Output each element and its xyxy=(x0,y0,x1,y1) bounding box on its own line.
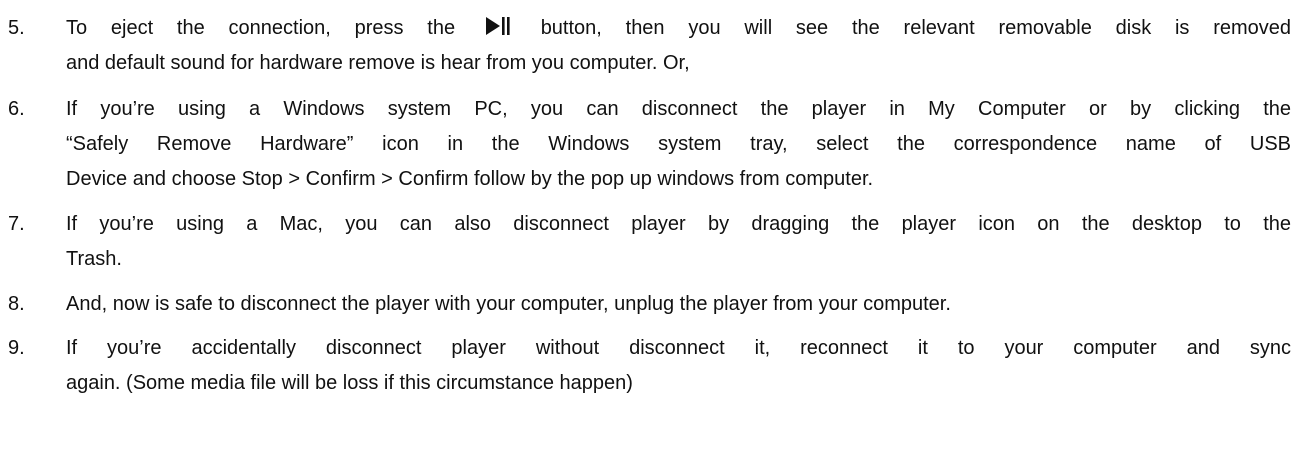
item-number: 8. xyxy=(8,293,25,315)
item-6-line-3: Device and choose Stop > Confirm > Confi… xyxy=(66,168,874,190)
item-5-line-2: and default sound for hardware remove is… xyxy=(66,52,690,74)
item-9-line-1: If you’re accidentally disconnect player… xyxy=(66,337,1291,359)
play-pause-icon xyxy=(485,17,510,35)
item-9-line-2: again. (Some media file will be loss if … xyxy=(66,372,633,394)
item-5-text-before-icon: To eject the connection, press the xyxy=(66,17,456,39)
item-7-line-2: Trash. xyxy=(66,248,122,270)
item-number: 6. xyxy=(8,98,25,120)
item-number: 9. xyxy=(8,337,25,359)
item-5-line-1: To eject the connection, press the butto… xyxy=(66,14,1291,42)
item-6-line-1: If you’re using a Windows system PC, you… xyxy=(66,98,1291,120)
item-number: 5. xyxy=(8,17,25,39)
item-7-line-1: If you’re using a Mac, you can also disc… xyxy=(66,213,1291,235)
item-8-line-1: And, now is safe to disconnect the playe… xyxy=(66,293,951,315)
item-5-text-after-icon: button, then you will see the relevant r… xyxy=(540,17,1291,39)
item-6-line-2: “Safely Remove Hardware” icon in the Win… xyxy=(66,133,1291,155)
item-number: 7. xyxy=(8,213,25,235)
